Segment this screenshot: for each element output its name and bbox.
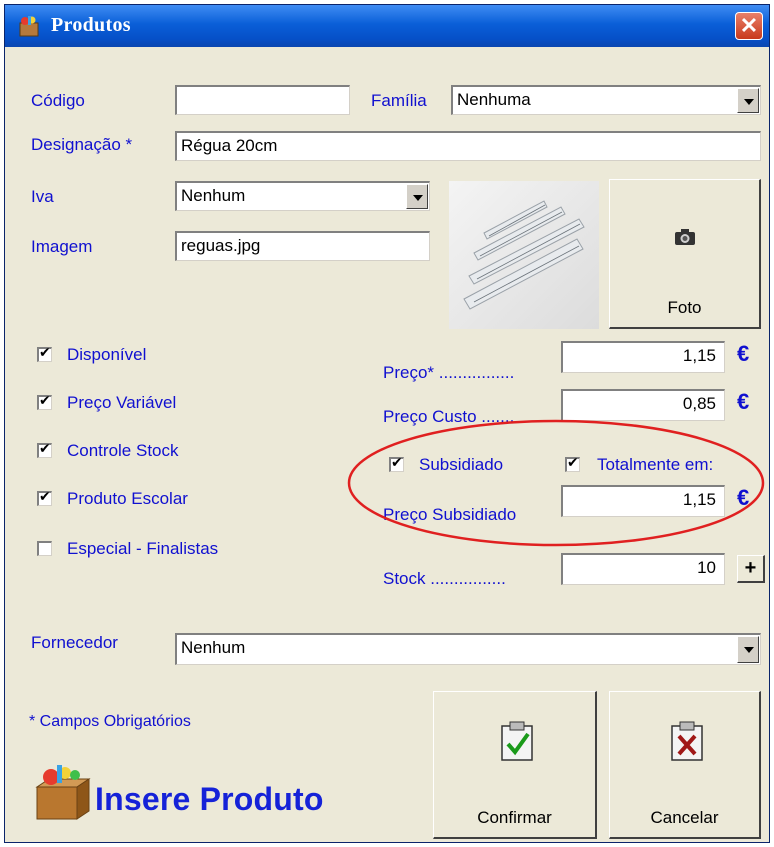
clipboard-check-icon [501,721,533,761]
produto-escolar-label: Produto Escolar [67,489,188,508]
especial-finalistas-label: Especial - Finalistas [67,539,219,558]
designacao-label: Designação * [31,135,133,154]
title-bar[interactable]: Produtos ✕ [5,5,769,47]
controle-stock-label: Controle Stock [67,441,179,460]
totalmente-label: Totalmente em: [597,455,714,474]
designacao-input[interactable]: Régua 20cm [175,131,761,161]
confirmar-button[interactable]: Confirmar [433,691,597,839]
imagem-input[interactable]: reguas.jpg [175,231,430,261]
preco-custo-input[interactable]: 0,85 [561,389,725,421]
rulers-image [463,200,585,310]
stock-input[interactable]: 10 [561,553,725,585]
iva-value: Nenhum [181,186,246,205]
preco-label: Preço* ................ [383,363,515,382]
subsidiado-checkbox[interactable] [389,455,404,472]
insere-produto-heading: Insere Produto [95,781,324,817]
highlight-ellipse [347,419,765,547]
fornecedor-label: Fornecedor [31,633,118,652]
preco-variavel-checkbox[interactable] [37,393,52,410]
fornecedor-value: Nenhum [181,638,246,657]
subsidiado-label: Subsidiado [419,455,504,474]
window-title: Produtos [51,14,131,36]
cancelar-label: Cancelar [650,808,719,827]
product-box-icon [35,765,91,820]
app-icon [19,16,39,37]
especial-finalistas-checkbox[interactable] [37,541,52,556]
codigo-label: Código [31,91,85,110]
stock-label: Stock ................ [383,569,506,588]
foto-label: Foto [667,298,702,317]
cancelar-button[interactable]: Cancelar [609,691,761,839]
product-photo [449,181,599,329]
preco-custo-currency: € [737,389,750,414]
disponivel-checkbox[interactable] [37,345,52,362]
familia-dropdown-arrow-icon[interactable] [737,88,759,113]
clipboard-x-icon [671,721,703,761]
disponivel-label: Disponível [67,345,147,364]
confirmar-label: Confirmar [477,808,552,827]
iva-dropdown-arrow-icon[interactable] [406,184,428,209]
close-icon: ✕ [739,13,759,38]
preco-subsidiado-currency: € [737,485,750,510]
controle-stock-checkbox[interactable] [37,441,52,458]
preco-custo-label: Preço Custo ....... [383,407,515,426]
preco-subsidiado-label: Preço Subsidiado [383,505,517,524]
familia-label: Família [371,91,427,110]
stock-plus-button[interactable]: + [737,555,765,583]
iva-label: Iva [31,187,54,206]
fornecedor-dropdown-arrow-icon[interactable] [737,636,759,663]
imagem-label: Imagem [31,237,93,256]
camera-icon [675,229,695,245]
familia-value: Nenhuma [457,90,531,109]
codigo-input[interactable] [175,85,350,115]
preco-subsidiado-input[interactable]: 1,15 [561,485,725,517]
preco-variavel-label: Preço Variável [67,393,177,412]
required-fields-note: * Campos Obrigatórios [29,713,191,730]
plus-icon: + [744,557,757,579]
produtos-window: Produtos ✕ Código Família Nenhuma Design… [4,4,770,843]
preco-currency: € [737,341,750,366]
preco-input[interactable]: 1,15 [561,341,725,373]
produto-escolar-checkbox[interactable] [37,489,52,506]
totalmente-checkbox[interactable] [565,455,580,472]
close-button[interactable]: ✕ [735,12,763,40]
iva-select[interactable]: Nenhum [175,181,430,211]
fornecedor-select[interactable]: Nenhum [175,633,761,665]
familia-select[interactable]: Nenhuma [451,85,761,115]
foto-button[interactable]: Foto [609,179,761,329]
